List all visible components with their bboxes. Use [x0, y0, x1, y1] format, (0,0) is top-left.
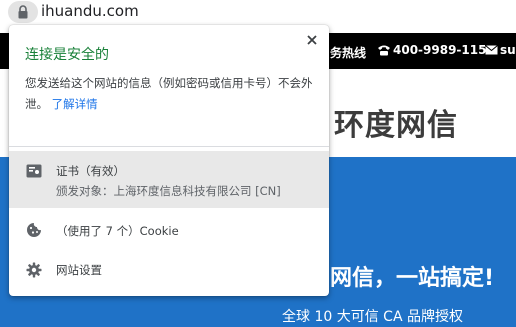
certificate-row[interactable]: 证书（有效） 颁发对象：上海环度信息科技有限公司 [CN]	[9, 151, 329, 208]
hotline-label: 务热线	[330, 46, 367, 60]
phone-icon	[378, 45, 390, 56]
gear-icon	[26, 262, 42, 278]
certificate-subject: 颁发对象：上海环度信息科技有限公司 [CN]	[56, 184, 281, 198]
site-settings-row[interactable]: 网站设置	[9, 253, 329, 287]
site-info-popup: 连接是安全的 您发送给这个网站的信息（例如密码或信用卡号）不会外泄。 了解详情 …	[9, 25, 329, 296]
mail-text[interactable]: sup	[500, 43, 516, 57]
url-text[interactable]: ihuandu.com	[41, 2, 139, 20]
learn-more-link[interactable]: 了解详情	[52, 97, 98, 111]
cookies-row[interactable]: （使用了 7 个）Cookie	[9, 213, 329, 247]
site-settings-label: 网站设置	[56, 263, 102, 277]
cookie-label: （使用了 7 个）Cookie	[56, 224, 179, 238]
mail-icon	[485, 45, 498, 55]
certificate-title: 证书（有效）	[56, 164, 125, 178]
close-button[interactable]	[303, 31, 323, 51]
connection-secure-title: 连接是安全的	[25, 47, 109, 63]
banner-subtitle: 全球 10 大可信 CA 品牌授权	[282, 309, 463, 325]
security-description: 您发送给这个网站的信息（例如密码或信用卡号）不会外泄。 了解详情	[25, 73, 315, 115]
site-info-button[interactable]	[8, 1, 38, 23]
cookie-icon	[27, 223, 41, 237]
phone-number[interactable]: 400-9989-115	[393, 43, 486, 57]
brand-name: 环度网信	[334, 108, 458, 143]
close-icon	[307, 35, 317, 45]
certificate-icon	[26, 164, 42, 178]
lock-icon	[18, 5, 28, 19]
address-bar: ihuandu.com	[0, 0, 516, 24]
banner-headline: 网信，一站搞定!	[330, 266, 495, 291]
divider	[9, 146, 329, 147]
